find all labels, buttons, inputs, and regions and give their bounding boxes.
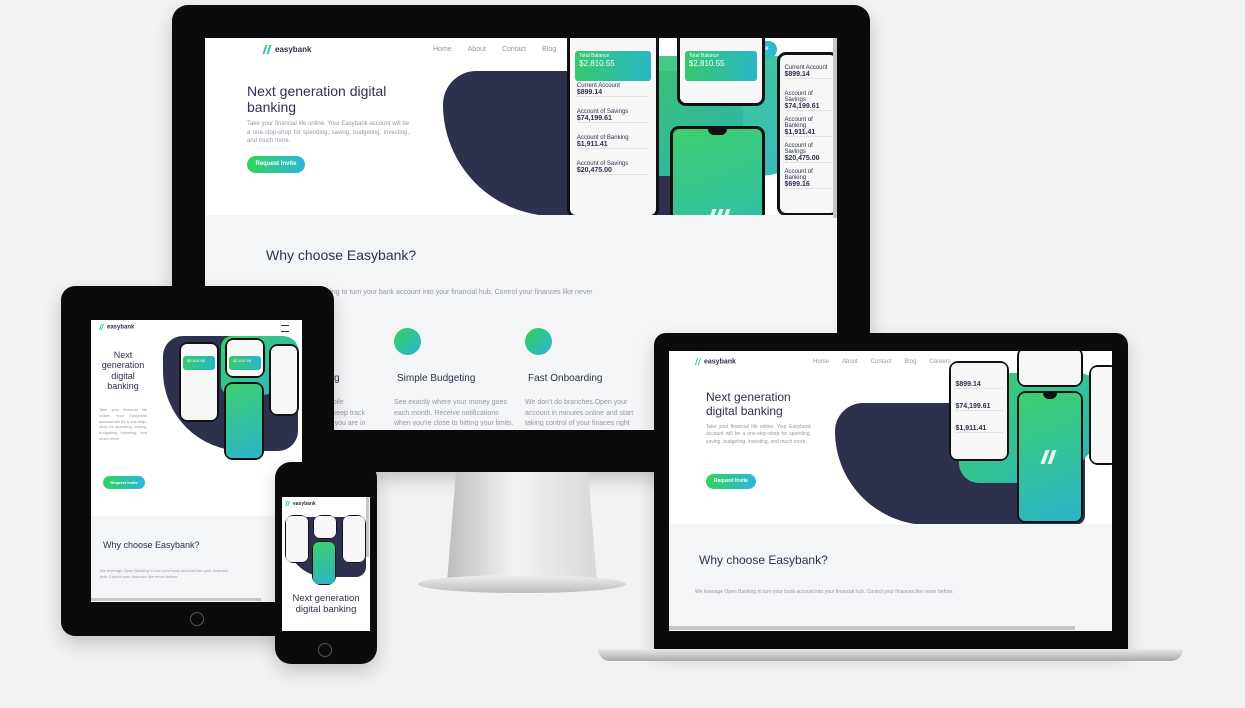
feature-text-onboarding: We don't do branches.Open your account i… bbox=[525, 399, 634, 426]
hamburger-icon[interactable] bbox=[281, 325, 289, 332]
hero-title: Next generation digital banking bbox=[247, 83, 387, 116]
hero-text: Take your financial life online. Your Ea… bbox=[247, 121, 409, 145]
phone-glyph-icon bbox=[1038, 450, 1062, 464]
onboarding-icon bbox=[525, 328, 552, 355]
why-title: Why choose Easybank? bbox=[266, 247, 417, 263]
tablet-logo[interactable]: easybank bbox=[99, 324, 134, 331]
nav-home[interactable]: Home bbox=[433, 46, 452, 53]
tablet-why-title: Why choose Easybank? bbox=[103, 540, 200, 550]
tablet-home-button[interactable] bbox=[190, 612, 204, 626]
tablet-request-invite-button[interactable]: Request Invite bbox=[103, 476, 145, 489]
easybank-logo-icon bbox=[99, 324, 105, 330]
laptop-logo[interactable]: easybank bbox=[694, 358, 736, 365]
laptop-hero-title: Next generation digital banking bbox=[706, 390, 791, 418]
budgeting-icon bbox=[394, 328, 421, 355]
easybank-logo-icon bbox=[262, 45, 272, 55]
feature-title-onboarding: Fast Onboarding bbox=[528, 373, 603, 384]
nav-contact[interactable]: Contact bbox=[502, 46, 526, 53]
desktop-logo[interactable]: easybank bbox=[262, 45, 312, 55]
feature-title-budgeting: Simple Budgeting bbox=[397, 373, 476, 384]
phone-logo[interactable]: easybank bbox=[285, 501, 316, 507]
feature-title-online-banking: g bbox=[334, 373, 340, 384]
nav-blog[interactable]: Blog bbox=[542, 46, 556, 53]
feature-text-budgeting: See exactly where your money goes each m… bbox=[394, 399, 514, 426]
brand-name: easybank bbox=[275, 45, 312, 54]
laptop-screen: easybank Home About Contact Blog Careers… bbox=[669, 351, 1112, 631]
easybank-logo-icon bbox=[285, 501, 291, 507]
mockup-phone-right: Current Account $899.14 Account of Saving… bbox=[777, 52, 837, 216]
tablet-hero-text: Take your financial life online. Your Ea… bbox=[99, 407, 147, 441]
phone-hero-title: Next generation digital banking bbox=[292, 593, 360, 615]
monitor-stand bbox=[447, 472, 597, 582]
mockup-phone-left: Total Balance $2,810.55 Current Account $8… bbox=[567, 38, 659, 218]
mockup-phone-top: Total Balance $2,810.55 bbox=[677, 38, 765, 106]
hero-request-invite-button[interactable]: Request Invite bbox=[247, 156, 305, 173]
phone-home-button[interactable] bbox=[318, 643, 332, 657]
nav-about[interactable]: About bbox=[468, 46, 486, 53]
tablet-hero-title: Next generation digital banking bbox=[101, 350, 145, 392]
phone-screen: easybank Next generation digital banking bbox=[282, 497, 370, 631]
laptop-why-title: Why choose Easybank? bbox=[699, 553, 828, 567]
tablet-screen: easybank Next generation digital banking… bbox=[91, 320, 302, 602]
tablet-why-text: We leverage Open Banking to turn your ba… bbox=[100, 568, 228, 579]
laptop-nav: Home About Contact Blog Careers bbox=[813, 359, 951, 365]
why-text: anking to turn your bank account into yo… bbox=[319, 289, 593, 296]
laptop-hero-text: Take your financial life online. Your Ea… bbox=[706, 424, 811, 445]
desktop-scrollbar[interactable] bbox=[833, 38, 837, 218]
laptop-why-text: We leverage Open Banking to turn your ba… bbox=[695, 589, 954, 595]
laptop-hero-request-invite-button[interactable]: Request Invite bbox=[706, 474, 756, 489]
easybank-logo-icon bbox=[694, 358, 702, 365]
